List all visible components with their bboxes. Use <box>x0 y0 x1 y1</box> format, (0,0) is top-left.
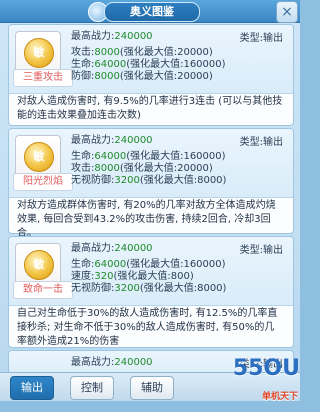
gold-coin-icon: 敏 <box>24 38 54 68</box>
skill-card[interactable]: 敏 致命一击 最高战力:240000 类型:输出 生命:64000(强化最大值:… <box>8 236 294 348</box>
max-power-line: 最高战力:240000 <box>71 357 153 368</box>
gold-coin-icon: 敏 <box>24 250 54 280</box>
close-icon: × <box>281 4 293 20</box>
stat-line: 无视防御:3200(强化最大值:8000) <box>71 283 227 294</box>
stat-line: 无视防御:3200(强化最大值:8000) <box>71 175 227 186</box>
skill-card[interactable]: 敏 三重攻击 最高战力:240000 类型:输出 攻击:8000(强化最大值:2… <box>8 24 294 126</box>
site-watermark: 55OU 单机天下 <box>232 356 300 402</box>
skill-type: 类型:输出 <box>239 33 283 44</box>
skill-type: 类型:输出 <box>239 245 283 256</box>
skill-description: 自己对生命低于30%的敌人造成伤害时, 有12.5%的几率直接秒杀; 对生命不低… <box>17 308 278 347</box>
skill-description: 对敌方造成群体伤害时, 有20%的几率对敌方全体造成灼烧效果, 每回合受到43.… <box>17 200 276 239</box>
tab-support[interactable]: 辅助 <box>130 376 174 400</box>
max-power-line: 最高战力:240000 <box>71 31 153 42</box>
skill-description: 对敌人造成伤害时, 有9.5%的几率进行3连击 (可以与其他技能的连击效果叠加连… <box>17 96 283 121</box>
skill-type: 类型:输出 <box>239 137 283 148</box>
tab-control[interactable]: 控制 <box>70 376 114 400</box>
skill-card[interactable]: 敏 阳光烈焰 最高战力:240000 类型:输出 生命:64000(强化最大值:… <box>8 128 294 239</box>
window-title: 奥义图鉴 <box>104 2 200 22</box>
skill-name: 致命一击 <box>13 281 73 299</box>
max-power-line: 最高战力:240000 <box>71 243 153 254</box>
max-power-line: 最高战力:240000 <box>71 135 153 146</box>
window-header: 奥义图鉴 × <box>0 0 300 23</box>
stat-line: 防御:8000(强化最大值:20000) <box>71 71 213 82</box>
skill-codex-window: 奥义图鉴 × 敏 三重攻击 最高战力:240000 类型:输出 攻击:8000(… <box>0 0 300 402</box>
tab-output[interactable]: 输出 <box>10 376 54 400</box>
close-button[interactable]: × <box>276 1 298 23</box>
gold-coin-icon: 敏 <box>24 142 54 172</box>
skill-name: 阳光烈焰 <box>13 173 73 191</box>
skill-name: 三重攻击 <box>13 69 73 87</box>
